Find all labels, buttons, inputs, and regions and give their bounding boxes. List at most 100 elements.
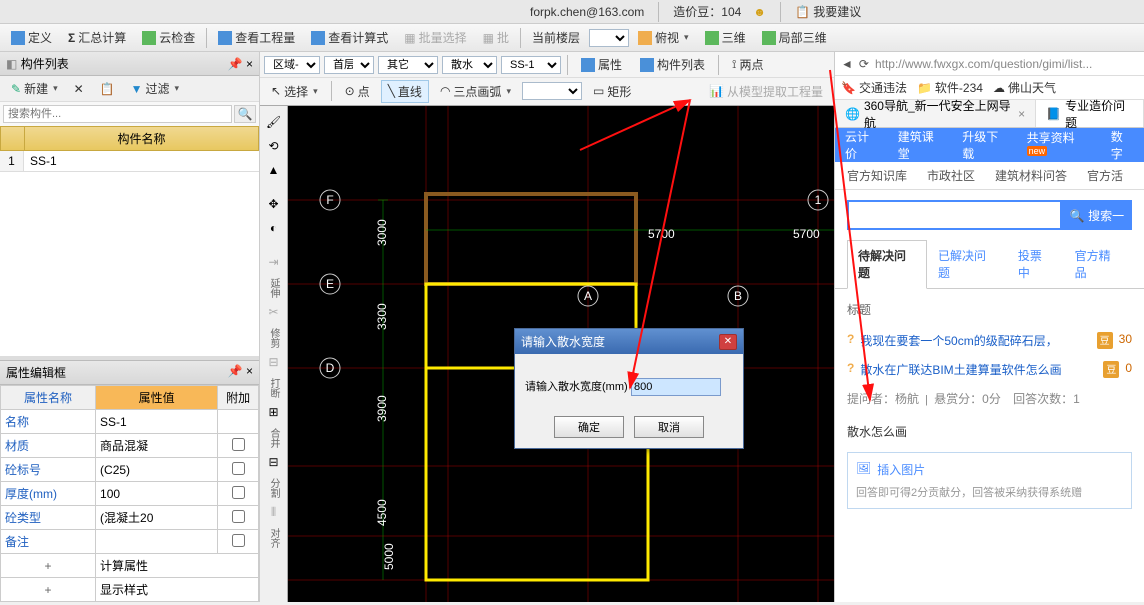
vtool-trim-icon[interactable]: ✂ [264,302,284,322]
component-combo[interactable]: SS-1 [501,56,561,74]
define-button[interactable]: 定义 [4,26,59,49]
component-row[interactable]: 1 SS-1 [0,151,259,172]
vtool-extend-icon[interactable]: ⇥ [264,252,284,272]
reload-icon[interactable]: ⟳ [859,57,869,71]
user-email[interactable]: forpk.chen@163.com [530,5,644,19]
nav-digital[interactable]: 数字 [1111,128,1134,162]
nav-share[interactable]: 共享资料new [1027,129,1093,162]
nav-download[interactable]: 升级下载 [962,128,1008,162]
vtool-align-icon[interactable]: ⫴ [264,502,284,522]
ok-button[interactable]: 确定 [554,416,624,438]
width-input-dialog: 请输入散水宽度 ✕ 请输入散水宽度(mm) 确定 取消 [514,328,744,449]
extract-button[interactable]: 📊 从模型提取工程量 [702,80,830,103]
prop-cell[interactable]: (C25) [96,458,218,482]
feedback-link[interactable]: 📋 我要建议 [795,3,861,20]
partial3d-button[interactable]: 局部三维 [755,26,834,49]
rect-tool[interactable]: ▭ 矩形 [586,80,638,103]
vtool-move-icon[interactable]: ✥ [264,194,284,214]
batchsel-button[interactable]: ▦ 批量选择 [397,26,473,49]
prop-check[interactable] [232,486,245,499]
prop-cell[interactable]: (混凝土20 [96,506,218,530]
url-text[interactable]: http://www.fwxgx.com/question/gimi/list.… [875,57,1092,71]
width-input[interactable] [631,378,721,396]
floor-combo2[interactable]: 首层 [324,56,374,74]
prop-cell[interactable]: 商品混凝 [96,434,218,458]
search-input[interactable] [3,105,232,123]
vtool-mirror-icon[interactable]: ▲ [264,160,284,180]
prop-cell[interactable]: SS-1 [96,410,218,434]
vtool-split-icon[interactable]: ⊟ [264,452,284,472]
expand-display[interactable]: + [1,578,96,602]
blank-combo[interactable] [522,82,582,100]
cloudcheck-button[interactable]: 云检查 [135,26,202,49]
select-tool[interactable]: ↖ 选择▾ [264,80,325,103]
area-combo[interactable]: 区域-1 [264,56,320,74]
back-icon[interactable]: ◄ [841,57,853,71]
prop-cell[interactable]: 100 [96,482,218,506]
close-panel-icon[interactable]: × [246,57,253,71]
prop-check[interactable] [232,510,245,523]
line-tool[interactable]: ╲ 直线 [381,80,429,103]
site-nav: 云计价 建筑课堂 升级下载 共享资料new 数字 [835,128,1144,162]
vtool-copy-icon[interactable]: ⟲ [264,136,284,156]
pin2-icon[interactable]: 📌 [228,364,243,378]
pin-icon[interactable]: 📌 [228,57,243,71]
vtool-rotate-icon[interactable]: ◐ [264,218,284,238]
qtab-solved[interactable]: 已解决问题 [927,240,1007,288]
image-icon[interactable]: 🖼 [856,461,871,478]
viewqty-button[interactable]: 查看工程量 [211,26,302,49]
batch-button[interactable]: ▦ 批 [476,26,516,49]
type-combo[interactable]: 散水 [442,56,497,74]
site-search-input[interactable] [847,200,1062,230]
threed-button[interactable]: 三维 [698,26,753,49]
del-icon[interactable]: 📋 [93,79,122,99]
topview-button[interactable]: 俯视▾ [631,26,696,49]
subnav-municipal[interactable]: 市政社区 [927,167,975,184]
search-button[interactable]: 🔍 [234,105,256,123]
browser-tab-2[interactable]: 📘专业造价问题 [1036,100,1144,127]
vtool-merge-icon[interactable]: ⊞ [264,402,284,422]
site-search-button[interactable]: 🔍 搜索一 [1062,200,1132,230]
question-icon: ? [847,332,854,349]
category-combo[interactable]: 其它 [378,56,438,74]
insert-pic-link[interactable]: 插入图片 [877,461,925,478]
sumcalc-button[interactable]: Σ 汇总计算 [61,26,133,49]
bookmark-weather[interactable]: ☁佛山天气 [993,79,1056,96]
question-item-2[interactable]: ? 散水在广联达BIM土建算量软件怎么画 豆 0 [847,355,1132,384]
subnav-materials[interactable]: 建筑材料问答 [995,167,1067,184]
twopoint-button[interactable]: ⟟ 两点 [725,53,770,76]
close2-icon[interactable]: × [246,364,253,378]
bookmark-software[interactable]: 📁软件-234 [917,79,983,96]
prop-cell[interactable] [96,530,218,554]
prop-check[interactable] [232,462,245,475]
complist-button[interactable]: 构件列表 [633,53,712,76]
prop-check[interactable] [232,534,245,547]
vtool-break-icon[interactable]: ⊟ [264,352,284,372]
viewformula-button[interactable]: 查看计算式 [304,26,395,49]
qtab-pending[interactable]: 待解决问题 [847,240,927,289]
vertical-toolstrip: 🖌 ⟲ ▲ ✥ ◐ ⇥ 延伸 ✂ 修剪 ⊟ 打断 ⊞ 合并 ⊟ 分割 ⫴ 对齐 [260,106,288,602]
bookmark-traffic[interactable]: 🔖交通违法 [841,79,907,96]
expand-calc[interactable]: + [1,554,96,578]
floor-combo[interactable] [589,29,629,47]
cancel-button[interactable]: 取消 [634,416,704,438]
browser-tab-1[interactable]: 🌐360导航_新一代安全上网导航× [835,100,1036,127]
arc-tool[interactable]: ◠ 三点画弧▾ [433,80,518,103]
copy-icon[interactable]: ✕ [67,79,91,99]
nav-classroom[interactable]: 建筑课堂 [898,128,944,162]
qtab-premium[interactable]: 官方精品 [1064,240,1132,288]
filter-button[interactable]: ▼过滤▾ [124,77,186,100]
component-list-header: ◧ 构件列表 📌 × [0,52,259,76]
attr-button[interactable]: 属性 [574,53,629,76]
new-button[interactable]: ✎新建▾ [4,77,65,100]
qtab-voting[interactable]: 投票中 [1007,240,1064,288]
subnav-official2[interactable]: 官方活 [1087,167,1123,184]
question-item-1[interactable]: ? 我现在要套一个50cm的级配碎石层， 豆 30 [847,326,1132,355]
prop-check[interactable] [232,438,245,451]
bean-icon: ☻ [753,5,766,19]
close-icon[interactable]: ✕ [719,334,737,350]
point-tool[interactable]: ⊙ 点 [338,80,377,103]
nav-pricing[interactable]: 云计价 [845,128,880,162]
subnav-official[interactable]: 官方知识库 [847,167,907,184]
vtool-brush-icon[interactable]: 🖌 [264,112,284,132]
